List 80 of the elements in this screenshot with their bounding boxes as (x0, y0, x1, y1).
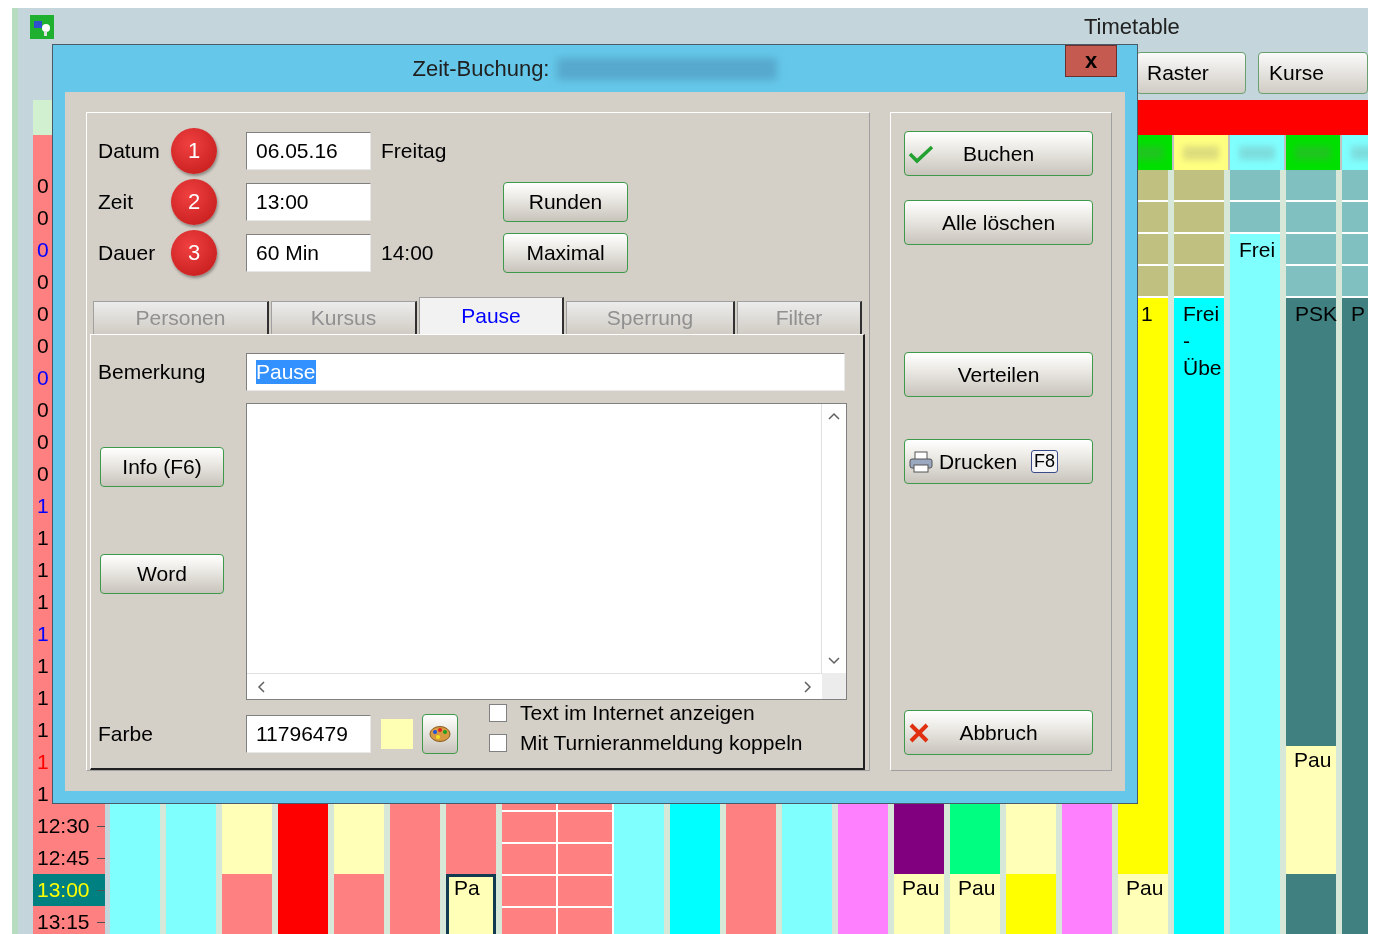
time-label: 1 (37, 590, 49, 614)
column-label: - (1183, 328, 1190, 354)
time-label: 1 (37, 654, 49, 678)
side-button[interactable]: Word (100, 554, 224, 594)
field-label: Bemerkung (98, 360, 207, 384)
booking-block[interactable]: Pau (1118, 874, 1168, 934)
action-button[interactable]: Verteilen (904, 352, 1093, 397)
dialog-title: Zeit-Buchung: (412, 55, 550, 82)
checkbox-label: Text im Internet anzeigen (520, 701, 755, 725)
action-button[interactable]: Abbruch (904, 710, 1093, 755)
input-field[interactable]: 60 Min (246, 234, 371, 272)
step-badge: 2 (171, 179, 217, 225)
time-label: 13:15 (37, 910, 90, 934)
field-label: Zeit (98, 190, 134, 214)
action-button[interactable]: Buchen (904, 131, 1093, 176)
color-field[interactable]: 11796479 (246, 715, 371, 753)
time-label: 0 (37, 206, 49, 230)
time-label: 1 (37, 718, 49, 742)
scroll-right-icon[interactable] (804, 680, 812, 693)
time-label: 1 (37, 622, 49, 646)
field-label: Farbe (98, 722, 154, 746)
time-label: 0 (37, 430, 49, 454)
time-label: 12:45 (37, 846, 90, 870)
booking-block[interactable]: Pau (894, 874, 944, 934)
time-label: 0 (37, 238, 49, 262)
input-field[interactable]: 06.05.16 (246, 132, 371, 170)
column-label: 1 (1141, 301, 1153, 327)
toolbar-button[interactable]: Kurse (1258, 51, 1368, 94)
column-label: Übe (1183, 355, 1222, 381)
time-label: 0 (37, 270, 49, 294)
field-label: Datum (98, 139, 161, 163)
checkmark-icon (908, 143, 934, 164)
form-button[interactable]: Maximal (503, 233, 628, 273)
time-label: 1 (37, 494, 49, 518)
time-label: 1 (37, 558, 49, 582)
palette-icon (429, 725, 451, 743)
booking-block[interactable]: Pau (1286, 746, 1336, 874)
scrollbar-corner (822, 673, 846, 699)
step-badge: 1 (171, 128, 217, 174)
action-button[interactable]: Drucken F8 (904, 439, 1093, 484)
close-icon (908, 721, 930, 744)
toolbar-button[interactable]: Raster (1136, 51, 1246, 94)
time-label: 13:00 (37, 878, 90, 902)
field-note: Freitag (381, 139, 447, 162)
time-label: 0 (37, 462, 49, 486)
booking-block[interactable]: Pau (950, 874, 1000, 934)
window-title: Timetable (1084, 13, 1180, 40)
time-label: 0 (37, 366, 49, 390)
column-label: Frei (1183, 301, 1220, 327)
time-label: 0 (37, 302, 49, 326)
tab[interactable]: Pause (419, 297, 564, 334)
action-button[interactable]: Alle löschen (904, 200, 1093, 245)
field-note: 14:00 (381, 241, 434, 264)
side-button[interactable]: Info (F6) (100, 447, 224, 487)
column-label: P (1351, 301, 1365, 327)
scroll-up-icon[interactable] (828, 412, 840, 420)
form-button[interactable]: Runden (503, 182, 628, 222)
scroll-left-icon[interactable] (257, 680, 265, 693)
shortcut-key: F8 (1031, 450, 1059, 473)
time-label: 1 (37, 686, 49, 710)
column-label: Frei (1239, 237, 1276, 263)
time-label: 1 (37, 750, 49, 774)
close-button[interactable]: x (1065, 45, 1117, 77)
input-field[interactable]: 13:00 (246, 183, 371, 221)
field-label: Dauer (98, 241, 157, 265)
checkbox-label: Mit Turnieranmeldung koppeln (520, 731, 803, 755)
color-picker-button[interactable] (422, 714, 458, 754)
printer-icon (908, 450, 934, 473)
time-label: 1 (37, 526, 49, 550)
scroll-down-icon[interactable] (828, 657, 840, 665)
checkbox[interactable] (489, 734, 507, 752)
booking-block[interactable]: Pa (446, 874, 496, 934)
time-label: 1 (37, 782, 49, 806)
checkbox[interactable] (489, 704, 507, 722)
time-label: 12:30 (37, 814, 90, 838)
time-label: 0 (37, 334, 49, 358)
app-icon (30, 14, 54, 39)
step-badge: 3 (171, 230, 217, 276)
time-label: 0 (37, 398, 49, 422)
time-label: 0 (37, 174, 49, 198)
